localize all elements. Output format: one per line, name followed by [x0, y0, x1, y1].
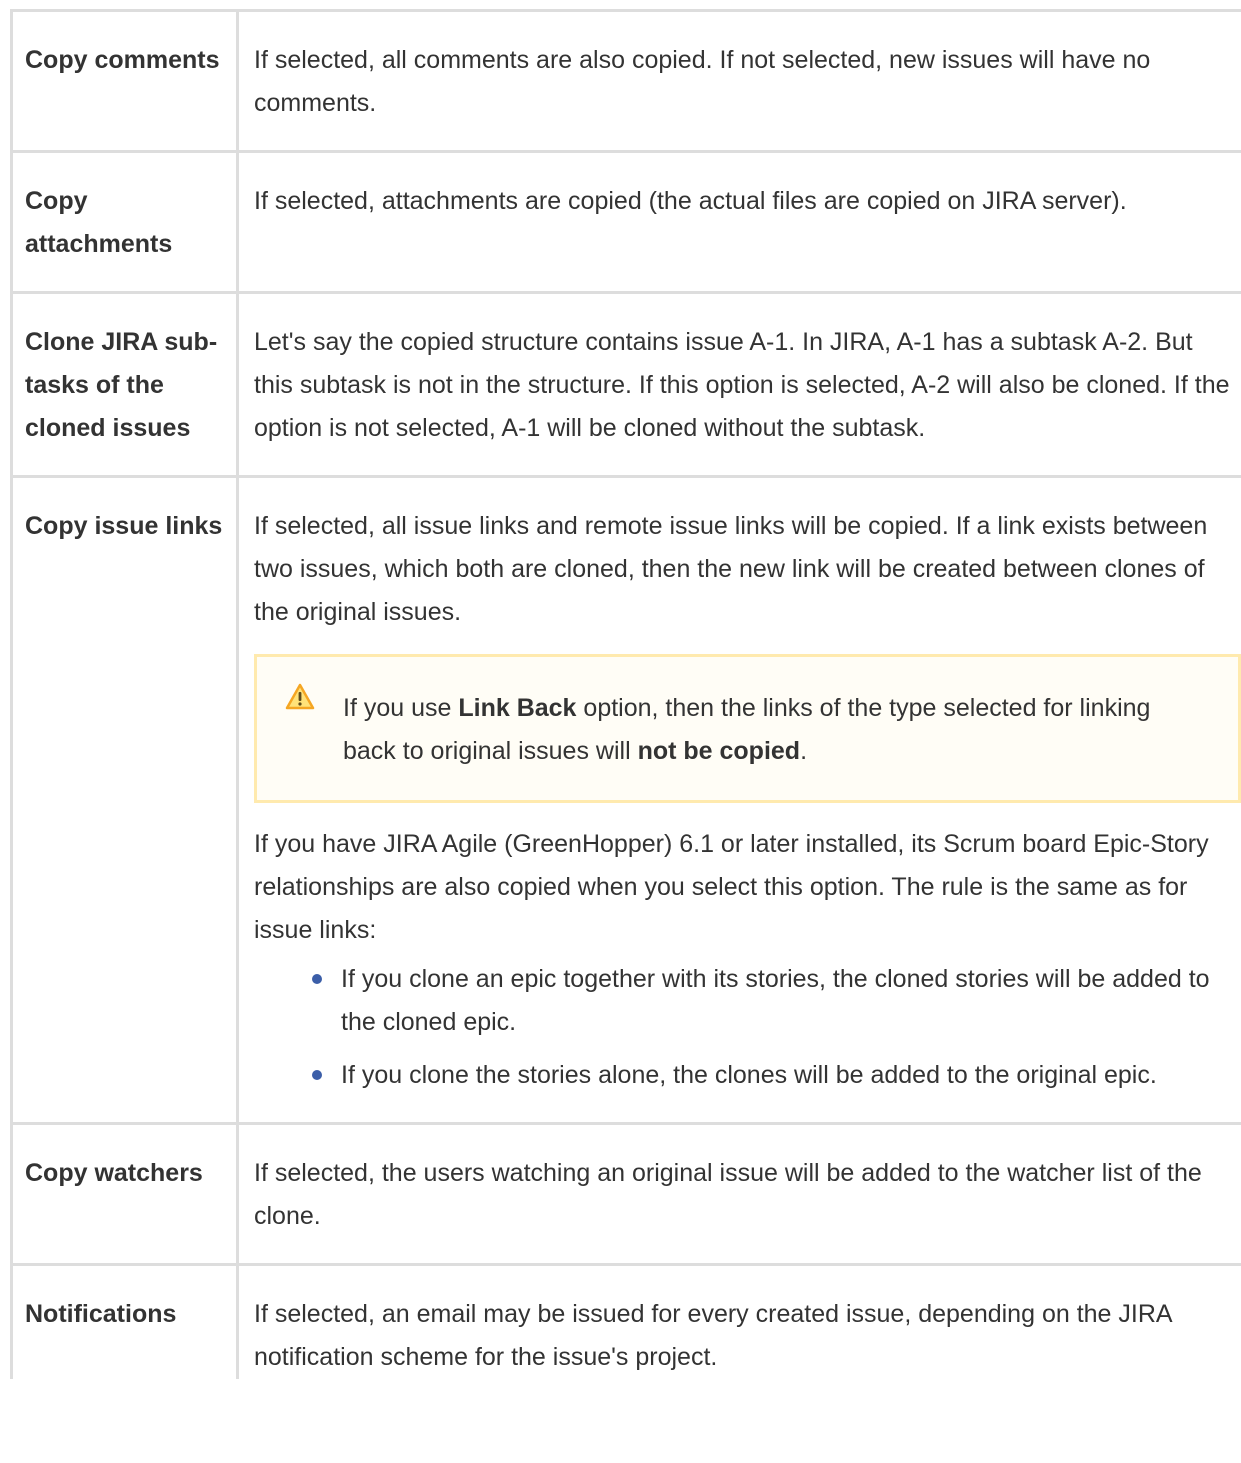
extra-paragraph: If you have JIRA Agile (GreenHopper) 6.1…: [254, 830, 1209, 944]
option-description: Let's say the copied structure contains …: [236, 291, 1241, 478]
option-description: If selected, the users watching an origi…: [236, 1122, 1241, 1266]
option-label: Copy watchers: [10, 1122, 239, 1266]
option-label: Notifications: [10, 1263, 239, 1379]
option-label: Clone JIRA sub-tasks of the cloned issue…: [10, 291, 239, 478]
option-description: If selected, all comments are also copie…: [236, 9, 1241, 153]
option-label: Copy attachments: [10, 150, 239, 294]
warning-icon: [285, 683, 315, 710]
list-item-text: If you clone an epic together with its s…: [341, 965, 1210, 1036]
table-row: Copy issue links If selected, all issue …: [10, 475, 1241, 1125]
description-text: If selected, all comments are also copie…: [254, 46, 1151, 117]
option-description: If selected, attachments are copied (the…: [236, 150, 1241, 294]
description-text: If selected, attachments are copied (the…: [254, 187, 1127, 215]
description-text: If selected, all issue links and remote …: [254, 512, 1208, 626]
warning-text-after: .: [800, 737, 808, 765]
description-text: Let's say the copied structure contains …: [254, 328, 1230, 442]
list-item: If you clone an epic together with its s…: [312, 958, 1237, 1044]
bullet-icon: [312, 974, 322, 984]
table-row: Copy attachments If selected, attachment…: [10, 150, 1241, 294]
options-table: Copy comments If selected, all comments …: [10, 9, 1241, 1379]
warning-text-before: If you use: [343, 694, 459, 722]
list-item-text: If you clone the stories alone, the clon…: [341, 1061, 1157, 1089]
option-description: If selected, all issue links and remote …: [236, 475, 1241, 1125]
table-row: Notifications If selected, an email may …: [10, 1263, 1241, 1379]
description-text: If selected, an email may be issued for …: [254, 1300, 1172, 1371]
table-row: Copy watchers If selected, the users wat…: [10, 1122, 1241, 1266]
warning-bold-not-copied: not be copied: [637, 737, 801, 765]
option-label: Copy comments: [10, 9, 239, 153]
list-item: If you clone the stories alone, the clon…: [312, 1054, 1237, 1097]
table-row: Copy comments If selected, all comments …: [10, 9, 1241, 153]
option-label: Copy issue links: [10, 475, 239, 1125]
warning-bold-link-back: Link Back: [458, 694, 577, 722]
bullet-icon: [312, 1070, 322, 1080]
warning-panel: If you use Link Back option, then the li…: [254, 654, 1241, 803]
option-description: If selected, an email may be issued for …: [236, 1263, 1241, 1379]
description-text: If selected, the users watching an origi…: [254, 1159, 1202, 1230]
warning-text: If you use Link Back option, then the li…: [343, 687, 1208, 773]
bullet-list: If you clone an epic together with its s…: [254, 958, 1237, 1097]
table-row: Clone JIRA sub-tasks of the cloned issue…: [10, 291, 1241, 478]
